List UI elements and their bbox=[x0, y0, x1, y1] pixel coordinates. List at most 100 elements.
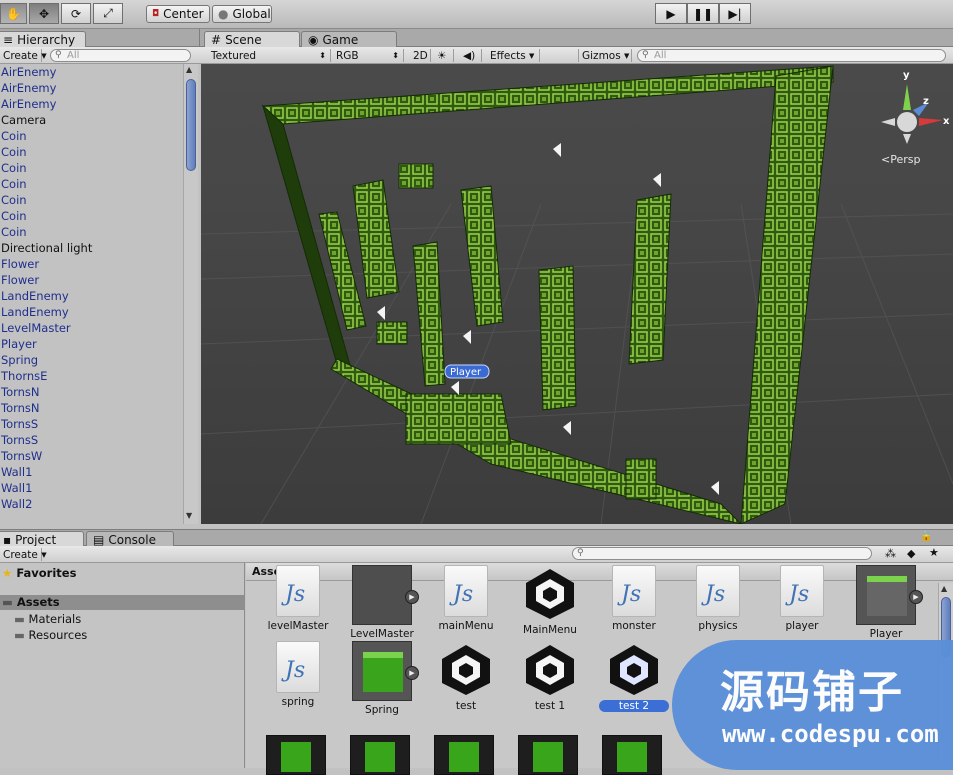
hierarchy-item[interactable]: Wall1 bbox=[0, 480, 183, 496]
gizmos-dropdown[interactable]: Gizmos ▼ bbox=[578, 49, 632, 62]
hierarchy-item[interactable]: AirEnemy bbox=[0, 80, 183, 96]
lock-icon[interactable]: 🔒 bbox=[920, 531, 932, 542]
hierarchy-item[interactable]: Wall2 bbox=[0, 496, 183, 512]
project-search-input[interactable]: ⚲ bbox=[572, 547, 872, 560]
hierarchy-item[interactable]: Spring bbox=[0, 352, 183, 368]
hierarchy-item[interactable]: Coin bbox=[0, 208, 183, 224]
assets-folder-item[interactable]: ▬ Assets bbox=[0, 595, 245, 610]
hierarchy-subbar: Create ▼ ⚲ All bbox=[0, 47, 199, 64]
tab-hierarchy[interactable]: ≡ Hierarchy bbox=[0, 31, 86, 47]
hierarchy-item[interactable]: Coin bbox=[0, 160, 183, 176]
render-mode-dropdown[interactable]: RGB ⬍ bbox=[333, 49, 404, 62]
scrollbar-thumb[interactable] bbox=[186, 79, 196, 171]
filter-type-icon[interactable]: ⁂ bbox=[885, 547, 896, 560]
step-icon: ▶| bbox=[728, 6, 742, 21]
pivot-center-toggle[interactable]: ◘ Center bbox=[146, 5, 210, 23]
search-icon: ⚲ bbox=[55, 50, 62, 60]
shading-mode-dropdown[interactable]: Textured ⬍ bbox=[208, 49, 331, 62]
pause-button[interactable]: ❚❚ bbox=[687, 3, 719, 24]
hierarchy-item[interactable]: TornsS bbox=[0, 416, 183, 432]
asset-tile[interactable]: MainMenu bbox=[510, 565, 590, 636]
scene-gizmo[interactable]: y z x bbox=[881, 70, 950, 144]
asset-tile[interactable]: Js player bbox=[762, 565, 842, 632]
folder-item-materials[interactable]: ▬ Materials bbox=[14, 612, 81, 626]
hierarchy-item[interactable]: Coin bbox=[0, 128, 183, 144]
rotate-tool-button[interactable]: ⟳ bbox=[61, 3, 91, 24]
hierarchy-item[interactable]: Camera bbox=[0, 112, 183, 128]
hierarchy-item[interactable]: TornsN bbox=[0, 400, 183, 416]
hierarchy-item[interactable]: Flower bbox=[0, 256, 183, 272]
hierarchy-item[interactable]: TornsW bbox=[0, 448, 183, 464]
hierarchy-item[interactable]: TornsS bbox=[0, 432, 183, 448]
play-button[interactable]: ▶ bbox=[655, 3, 687, 24]
asset-tile[interactable]: Js spring bbox=[258, 641, 338, 708]
move-tool-button[interactable]: ✥ bbox=[29, 3, 59, 24]
tab-game[interactable]: ◉ Game bbox=[301, 31, 397, 47]
asset-tile[interactable]: ▶ Spring bbox=[342, 641, 422, 716]
asset-label: physics bbox=[678, 620, 758, 632]
hierarchy-search-input[interactable]: ⚲ All bbox=[50, 49, 191, 62]
asset-cube-thumbnail[interactable] bbox=[602, 735, 662, 775]
gizmos-label: Gizmos bbox=[582, 49, 621, 62]
scroll-up-icon[interactable]: ▲ bbox=[941, 584, 947, 593]
hierarchy-item[interactable]: LevelMaster bbox=[0, 320, 183, 336]
dropdown-arrow-icon: ▼ bbox=[624, 51, 630, 60]
console-tab-label: Console bbox=[108, 532, 156, 547]
hierarchy-item[interactable]: LandEnemy bbox=[0, 288, 183, 304]
asset-tile[interactable]: Js physics bbox=[678, 565, 758, 632]
asset-tile[interactable]: ▶ Player bbox=[846, 565, 926, 640]
hierarchy-item[interactable]: ThornsE bbox=[0, 368, 183, 384]
scene-canvas[interactable]: y z x <Persp Player bbox=[201, 64, 953, 524]
hierarchy-item[interactable]: Flower bbox=[0, 272, 183, 288]
asset-tile[interactable]: test 1 bbox=[510, 641, 590, 712]
tab-project[interactable]: ▪ Project bbox=[0, 531, 84, 547]
asset-tile[interactable]: test bbox=[426, 641, 506, 712]
project-create-dropdown[interactable]: Create ▼ bbox=[0, 548, 47, 561]
hierarchy-item[interactable]: Coin bbox=[0, 192, 183, 208]
hierarchy-item[interactable]: AirEnemy bbox=[0, 64, 183, 80]
hierarchy-item[interactable]: TornsN bbox=[0, 384, 183, 400]
hierarchy-item[interactable]: Coin bbox=[0, 176, 183, 192]
hand-tool-button[interactable]: ✋ bbox=[0, 3, 27, 24]
asset-cube-thumbnail[interactable] bbox=[350, 735, 410, 775]
effects-dropdown[interactable]: Effects ▼ bbox=[487, 49, 540, 62]
folder-item-resources[interactable]: ▬ Resources bbox=[14, 628, 87, 642]
scale-tool-button[interactable]: ⤢ bbox=[93, 3, 123, 24]
audio-toggle[interactable]: ◀) bbox=[460, 49, 482, 62]
hierarchy-item[interactable]: Player bbox=[0, 336, 183, 352]
tab-console[interactable]: ▤ Console bbox=[86, 531, 174, 547]
scroll-down-icon[interactable]: ▼ bbox=[186, 511, 192, 520]
asset-cube-thumbnail[interactable] bbox=[518, 735, 578, 775]
projection-label[interactable]: <Persp bbox=[881, 153, 920, 166]
global-space-toggle[interactable]: ● Global bbox=[212, 5, 272, 23]
filter-label-icon[interactable]: ◆ bbox=[907, 547, 915, 560]
hierarchy-item[interactable]: Coin bbox=[0, 144, 183, 160]
asset-tile[interactable]: Js mainMenu bbox=[426, 565, 506, 632]
hierarchy-scrollbar[interactable]: ▲ ▼ bbox=[183, 64, 198, 524]
move-icon: ✥ bbox=[38, 6, 50, 21]
step-button[interactable]: ▶| bbox=[719, 3, 751, 24]
asset-tile[interactable]: Js monster bbox=[594, 565, 674, 632]
hierarchy-item[interactable]: Wall1 bbox=[0, 464, 183, 480]
hierarchy-create-dropdown[interactable]: Create ▼ bbox=[0, 49, 47, 62]
hierarchy-item[interactable]: AirEnemy bbox=[0, 96, 183, 112]
toggle-2d-button[interactable]: 2D bbox=[410, 49, 431, 62]
asset-tile[interactable]: test 2 bbox=[594, 641, 674, 712]
asset-tile[interactable]: Js levelMaster bbox=[258, 565, 338, 632]
favorites-section[interactable]: ★ Favorites bbox=[2, 566, 76, 580]
asset-cube-thumbnail[interactable] bbox=[434, 735, 494, 775]
asset-tile[interactable]: ▶ LevelMaster bbox=[342, 565, 422, 640]
favorite-star-icon[interactable]: ★ bbox=[929, 546, 939, 559]
hierarchy-item[interactable]: Coin bbox=[0, 224, 183, 240]
prefab-icon: ▶ bbox=[352, 565, 419, 625]
scroll-up-icon[interactable]: ▲ bbox=[186, 65, 192, 74]
lighting-toggle[interactable]: ☀ bbox=[434, 49, 454, 62]
game-tab-label: Game bbox=[322, 32, 359, 47]
tab-scene[interactable]: # Scene bbox=[204, 31, 300, 47]
scene-viewport[interactable]: y z x <Persp Player bbox=[201, 64, 953, 524]
scene-search-input[interactable]: ⚲ All bbox=[637, 49, 946, 62]
play-icon: ▶ bbox=[666, 6, 676, 21]
hierarchy-item[interactable]: LandEnemy bbox=[0, 304, 183, 320]
asset-cube-thumbnail[interactable] bbox=[266, 735, 326, 775]
hierarchy-item[interactable]: Directional light bbox=[0, 240, 183, 256]
